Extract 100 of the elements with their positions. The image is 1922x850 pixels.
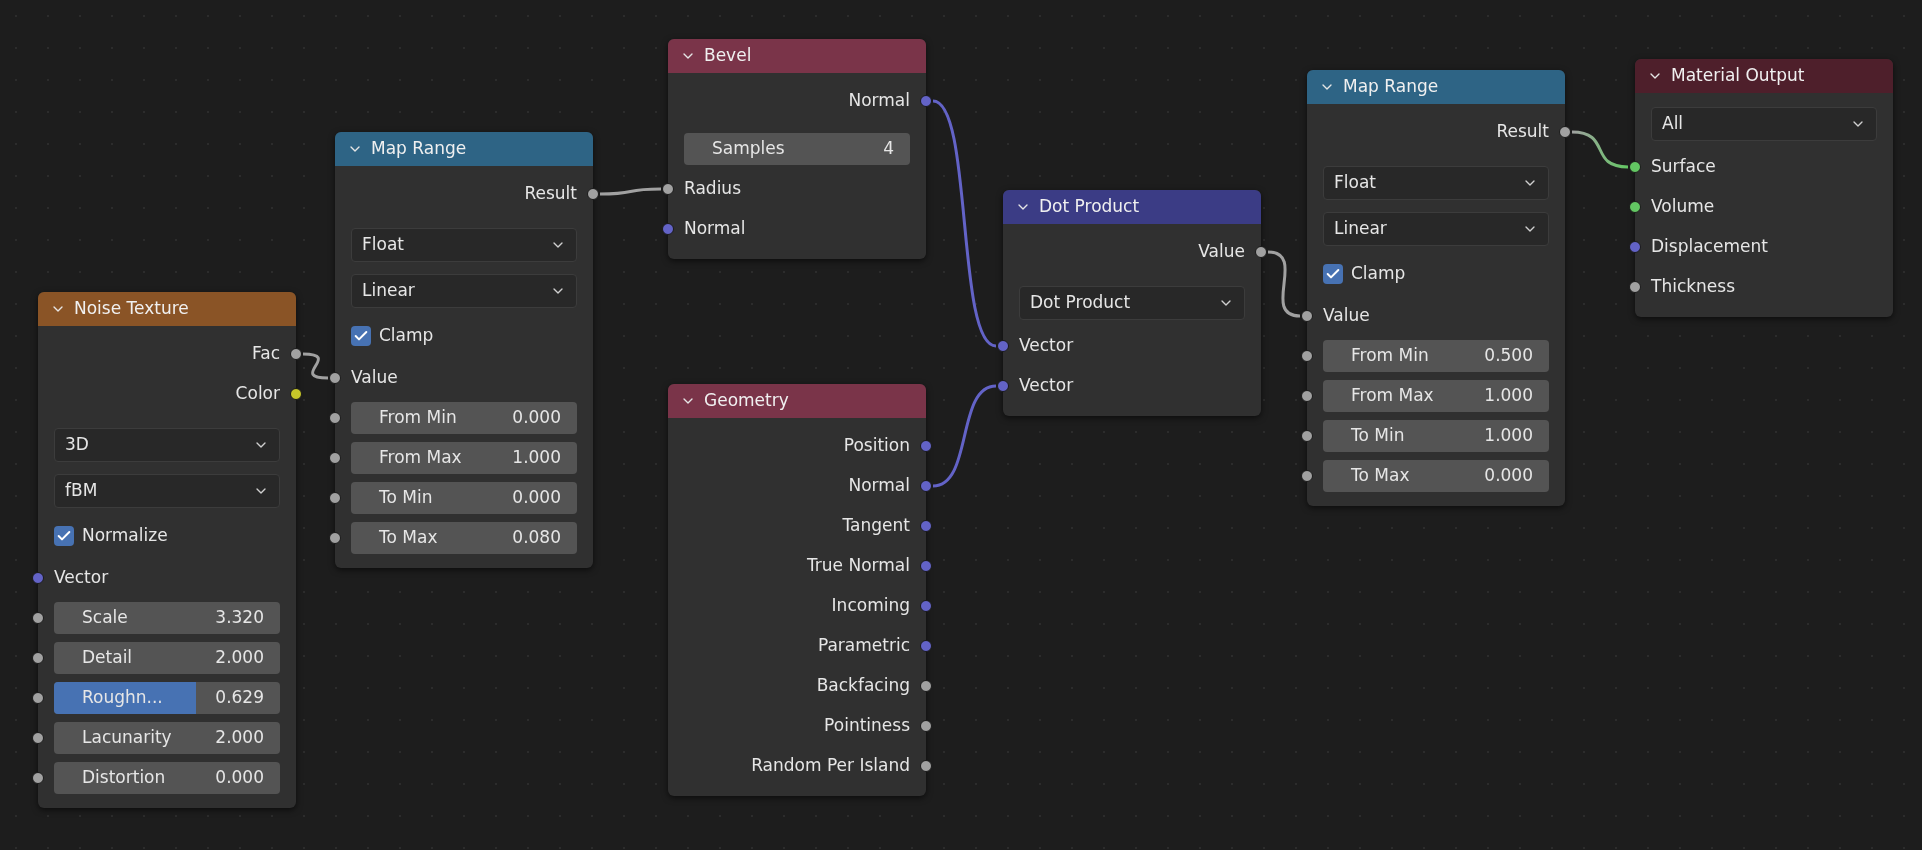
field-label: From Max [379,446,462,470]
node-title: Map Range [371,137,467,161]
field-value: 0.000 [512,486,561,510]
number-field[interactable]: To Max 0.000 [1323,460,1549,492]
field-label: Scale [82,606,128,630]
socket-label: Thickness [1651,275,1736,299]
number-field[interactable]: To Max 0.080 [351,522,577,554]
node-header[interactable]: Material Output [1635,59,1893,93]
socket-label: Displacement [1651,235,1768,259]
socket-label: Normal [684,217,746,241]
socket[interactable] [1301,430,1313,442]
socket[interactable] [662,183,674,195]
socket-label: Position [843,434,910,458]
link-wire[interactable] [932,99,997,348]
number-field[interactable]: Roughn... 0.629 [54,682,280,714]
socket[interactable] [1301,390,1313,402]
node-title: Dot Product [1039,195,1140,219]
node-header[interactable]: Map Range [1307,70,1565,104]
field-label: To Min [1351,424,1405,448]
dropdown[interactable]: Linear [1323,212,1549,246]
node-header[interactable]: Dot Product [1003,190,1261,224]
link-wire[interactable] [932,384,997,488]
socket-label: Value [1323,304,1370,328]
socket-label: Incoming [831,594,910,618]
socket-label: Volume [1651,195,1715,219]
checkbox[interactable] [1323,264,1343,284]
field-value: 2.000 [215,726,264,750]
link-wire[interactable] [1571,130,1629,169]
number-field[interactable]: Scale 3.320 [54,602,280,634]
socket[interactable] [32,692,44,704]
node-header[interactable]: Bevel [668,39,926,73]
socket-label: Surface [1651,155,1716,179]
field-value: 0.000 [215,766,264,790]
dropdown[interactable]: All [1651,107,1877,141]
socket[interactable] [1301,470,1313,482]
socket[interactable] [1629,161,1641,173]
node-title: Material Output [1671,64,1805,88]
socket[interactable] [329,532,341,544]
socket[interactable] [329,452,341,464]
node-header[interactable]: Geometry [668,384,926,418]
socket-label: Normal [848,474,910,498]
socket[interactable] [1629,201,1641,213]
number-field[interactable]: Lacunarity 2.000 [54,722,280,754]
socket-label: Color [235,382,280,406]
number-field[interactable]: To Min 1.000 [1323,420,1549,452]
node-header[interactable]: Map Range [335,132,593,166]
node-header[interactable]: Noise Texture [38,292,296,326]
socket-label: Pointiness [824,714,910,738]
socket[interactable] [1301,310,1313,322]
link-wire[interactable] [600,187,661,196]
number-field[interactable]: From Max 1.000 [1323,380,1549,412]
field-label: To Max [379,526,438,550]
socket[interactable] [329,412,341,424]
number-field[interactable]: To Min 0.000 [351,482,577,514]
number-field[interactable]: Detail 2.000 [54,642,280,674]
socket-label: Value [351,366,398,390]
dropdown[interactable]: Float [1323,166,1549,200]
socket[interactable] [32,612,44,624]
field-label: To Max [1351,464,1410,488]
field-label: Roughn... [82,686,163,710]
field-value: 0.000 [1484,464,1533,488]
link-wire[interactable] [302,352,329,380]
socket[interactable] [32,732,44,744]
socket[interactable] [32,652,44,664]
field-value: 4 [883,137,894,161]
socket[interactable] [329,492,341,504]
socket[interactable] [1629,281,1641,293]
node-title: Map Range [1343,75,1439,99]
field-label: From Max [1351,384,1434,408]
number-field[interactable]: Distortion 0.000 [54,762,280,794]
dropdown[interactable]: Dot Product [1019,286,1245,320]
checkbox-label: Clamp [379,324,434,348]
number-field[interactable]: From Min 0.000 [351,402,577,434]
field-label: Lacunarity [82,726,172,750]
socket[interactable] [1301,350,1313,362]
socket-label: Radius [684,177,741,201]
node-title: Bevel [704,44,752,68]
number-field[interactable]: Samples 4 [684,133,910,165]
field-value: 0.080 [512,526,561,550]
socket-label: Vector [1019,334,1074,358]
node-title: Noise Texture [74,297,189,321]
dropdown[interactable]: Float [351,228,577,262]
dropdown[interactable]: fBM [54,474,280,508]
number-field[interactable]: From Min 0.500 [1323,340,1549,372]
field-value: 2.000 [215,646,264,670]
socket-label: Value [1198,240,1245,264]
field-label: Distortion [82,766,166,790]
link-wire[interactable] [1267,250,1301,318]
socket[interactable] [32,772,44,784]
field-value: 3.320 [215,606,264,630]
dropdown[interactable]: Linear [351,274,577,308]
socket-label: Normal [848,89,910,113]
field-label: From Min [379,406,457,430]
socket[interactable] [329,372,341,384]
socket-label: Result [1496,120,1549,144]
socket-label: Fac [252,342,280,366]
checkbox[interactable] [54,526,74,546]
dropdown[interactable]: 3D [54,428,280,462]
number-field[interactable]: From Max 1.000 [351,442,577,474]
checkbox[interactable] [351,326,371,346]
